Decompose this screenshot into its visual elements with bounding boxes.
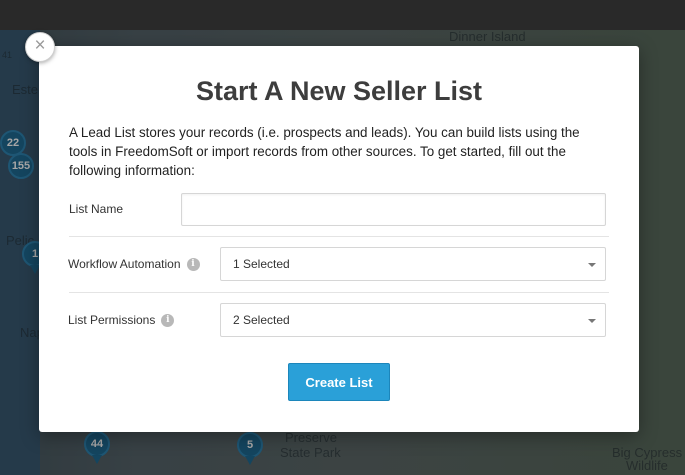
workflow-automation-label: Workflow Automation i [68,257,200,271]
chevron-down-icon [588,319,596,323]
list-name-input[interactable] [181,193,606,226]
info-icon[interactable]: i [186,257,200,271]
list-permissions-label: List Permissions i [68,313,175,327]
modal-intro-text: A Lead List stores your records (i.e. pr… [69,125,580,178]
modal-title: Start A New Seller List [195,76,483,106]
field-divider [69,292,609,293]
workflow-automation-select[interactable]: 1 Selected [220,247,606,281]
info-icon[interactable]: i [161,313,175,327]
list-name-label: List Name [69,202,123,216]
field-divider [69,236,609,237]
workflow-automation-value: 1 Selected [233,257,290,271]
list-permissions-label-text: List Permissions [68,313,156,327]
workflow-automation-label-text: Workflow Automation [68,257,181,271]
chevron-down-icon [588,263,596,267]
close-icon: × [34,35,46,56]
close-modal-button[interactable]: × [25,32,55,62]
create-list-button[interactable]: Create List [288,363,390,401]
list-name-label-text: List Name [69,202,124,216]
new-seller-list-modal: Start A New Seller List A Lead List stor… [39,46,639,432]
list-permissions-select[interactable]: 2 Selected [220,303,606,337]
list-permissions-value: 2 Selected [233,313,290,327]
